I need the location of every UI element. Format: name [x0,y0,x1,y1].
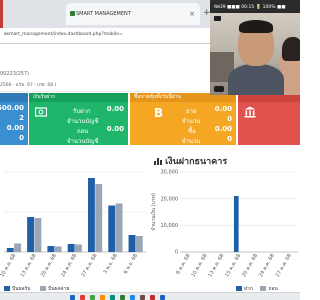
card-label: จำนวนบัญชี [67,118,99,125]
svg-text:B: B [154,106,163,118]
card-value: 2 [19,114,24,122]
bar [87,178,95,252]
card-label: ซื้อ [188,128,196,135]
header-subtitle: 00223/257) [0,71,30,77]
legend-swatch-deposit [236,286,242,291]
participant-2-hair [282,37,300,61]
card-title: เงินรับฝาก [29,93,128,102]
dividend-chart: 10 ต.ค. 68 13 ต.ค. 68 20 ต.ค. 68 24 ต.ค. 68… [0,148,150,293]
y-tick-label: 10,000 [161,223,179,229]
card-label: จำนวนบัญชี [67,138,99,145]
tab-title: SMART MANAGEMENT [76,11,131,17]
card-value: 0.00 [106,125,124,133]
bar [47,246,55,252]
bar [27,217,35,252]
app-icon[interactable] [100,294,105,300]
y-tick-label: 30,000 [161,170,179,176]
bar [128,235,136,252]
bar [6,248,14,252]
x-tick-label: 20 ต.ค. 68 [40,253,58,278]
card-label: ถอน [77,128,89,135]
app-icon[interactable] [150,294,155,300]
card-value: 1,500.00 [0,104,24,112]
money-icon [35,107,47,117]
y-tick-label: 0 [175,250,178,256]
x-tick-label: 3 พ.ย. 68 [103,253,119,275]
y-tick-label: 20,000 [161,196,179,202]
bar [54,246,62,252]
bar [135,236,143,252]
bar [34,218,42,252]
bar [233,196,239,252]
bar [14,243,22,252]
x-tick-label: 13 ต.ค. 68 [20,253,38,278]
card-label: จำนวน [182,138,201,145]
bank-deposit-chart-plot: 0 10,000 20,000 30,000 จำนวนเงิน (บาท) 6 ต.ค.… [150,170,298,278]
browser-tab[interactable]: SMART MANAGEMENT × [66,3,200,25]
bar [108,205,116,252]
x-tick-label: 24 ต.ค. 68 [60,253,78,278]
address-url[interactable]: smart_management/index.dashboard.php?mob… [7,32,123,37]
card-value: 0 [227,135,232,143]
dividend-chart-plot: 10 ต.ค. 68 13 ต.ค. 68 20 ต.ค. 68 24 ต.ค. 68… [0,171,146,278]
video-status-bar: พัด39 ■■■ 06:15 🔋 100% ■■ [210,0,300,13]
participant-1-body [228,64,284,95]
x-tick-label: 20 ต.ค. 68 [241,253,259,278]
card-label: จำนวน [182,118,201,125]
os-taskbar [0,292,300,300]
card-value: 0 [19,134,24,142]
bank-deposit-chart: เงินฝากธนาคาร 0 10,000 20,000 30,000 จำนวนเง… [150,148,300,293]
card-label: รับฝาก [73,108,91,115]
app-icon[interactable] [120,294,125,300]
app-icon[interactable] [80,294,85,300]
app-icon[interactable] [110,294,115,300]
legend-swatch-paid [40,286,47,291]
app-icon[interactable] [90,294,95,300]
app-icon[interactable] [130,294,135,300]
stat-card-shares: 1,500.00 2 0.00 0 [0,93,28,145]
x-tick-label: 24 ต.ค. 68 [258,253,276,278]
participant-1-hair [239,20,273,33]
x-tick-label: 13 ต.ค. 68 [207,253,225,278]
card-value: 0 [227,115,232,123]
x-tick-label: 6 พ.ย. 68 [123,253,139,275]
x-tick-label: 6 ต.ค. 68 [175,253,191,275]
x-tick-label: 10 ต.ค. 68 [190,253,208,278]
lock-icon [214,16,221,21]
app-icon[interactable] [160,294,165,300]
card-title [0,93,28,102]
x-tick-label: 15 ต.ค. 68 [224,253,242,278]
bar-chart-icon [154,158,162,165]
stat-card-deposits: เงินรับฝาก รับฝาก 0.00 จำนวนบัญชี ถอน 0.… [29,93,128,145]
bank-icon [244,106,256,118]
y-axis-label: จำนวนเงิน (บาท) [150,193,157,231]
legend-swatch-withdraw [260,286,267,291]
legend-swatch-received [4,286,10,291]
stat-card-other [238,93,300,145]
header-date-range: 2566 - แรม. 67 - เกท. 68 ) [0,83,57,88]
bar [95,184,103,252]
x-tick-label: 27 ต.ค. 68 [275,253,293,278]
video-status-text: พัด39 ■■■ 06:15 🔋 100% ■■ [214,5,286,10]
card-value: 0.00 [6,124,24,132]
card-value: 0.00 [214,125,232,133]
video-call-window[interactable]: พัด39 ■■■ 06:15 🔋 100% ■■ [210,0,300,95]
close-icon[interactable]: × [189,3,195,25]
mic-icon[interactable] [214,86,224,92]
bar [75,244,82,252]
app-icon[interactable] [70,294,75,300]
bar [115,203,123,252]
app-icon[interactable] [140,294,145,300]
card-value: 0.00 [106,105,124,113]
window-edge [0,0,3,28]
x-tick-label: 10 ต.ค. 68 [0,253,17,278]
x-tick-label: 27 ต.ค. 68 [80,253,98,278]
stat-card-trading: ซื้อขายหุ้นทั้งวันนี้ผ่าน B ยาย 0.00 จำน… [130,93,236,145]
favicon-icon [70,11,75,16]
bar [67,244,75,252]
bitcoin-icon: B [154,106,163,118]
card-label: ยาย [186,108,197,115]
card-value: 0.00 [214,105,232,113]
